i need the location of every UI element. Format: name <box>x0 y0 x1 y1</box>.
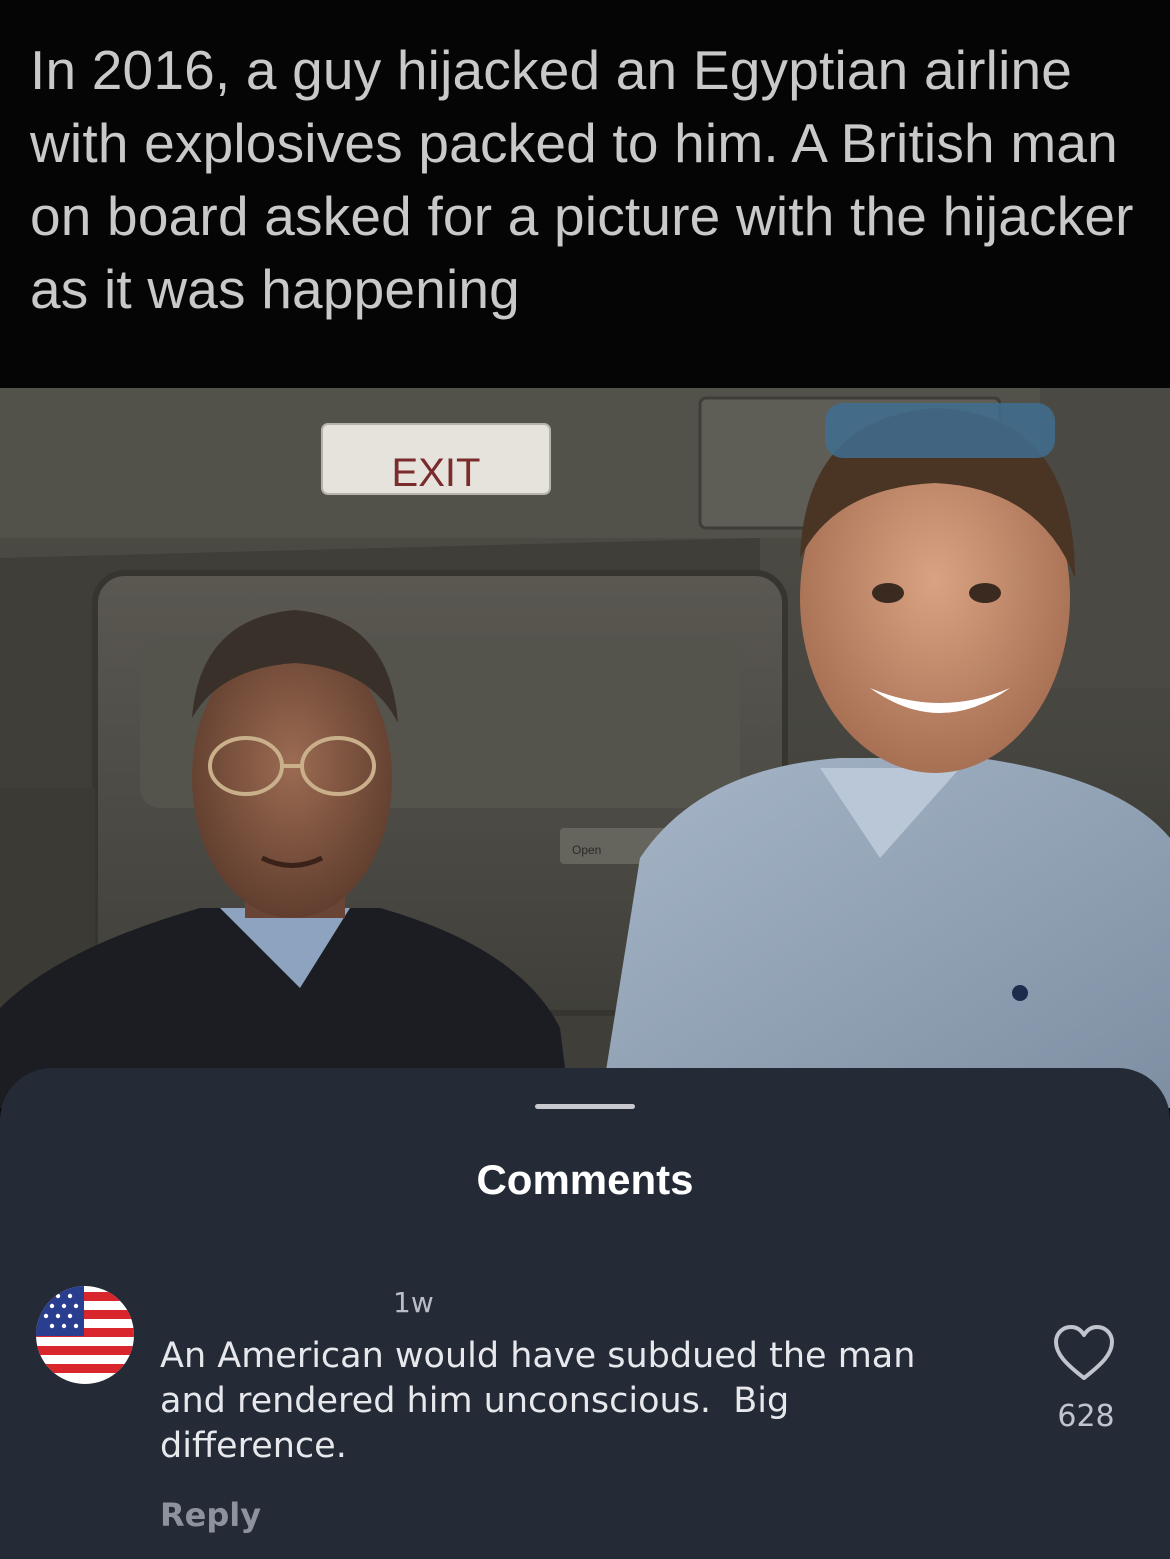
page: In 2016, a guy hijacked an Egyptian airl… <box>0 0 1170 1559</box>
comment-text: An American would have subdued the man a… <box>160 1336 916 1466</box>
flag-icon <box>36 1286 134 1384</box>
comments-title: Comments <box>476 1156 694 1203</box>
comments-sheet: Comments 1w An American would have subdu… <box>0 1068 1170 1559</box>
post-caption-area: In 2016, a guy hijacked an Egyptian airl… <box>0 0 1170 388</box>
comment-timestamp: 1w <box>393 1286 434 1319</box>
post-caption: In 2016, a guy hijacked an Egyptian airl… <box>30 39 1134 320</box>
us-flag-avatar[interactable] <box>36 1286 134 1384</box>
post-photo[interactable]: Open EXIT <box>0 388 1170 1108</box>
panel-open-label: Open <box>572 843 601 857</box>
photo-illustration: Open EXIT <box>0 388 1170 1108</box>
heart-outline-icon[interactable] <box>1052 1324 1116 1384</box>
exit-sign-text: EXIT <box>392 451 481 495</box>
like-count: 628 <box>1057 1399 1115 1434</box>
sheet-drag-handle[interactable] <box>535 1104 635 1109</box>
reply-button[interactable]: Reply <box>160 1496 261 1534</box>
